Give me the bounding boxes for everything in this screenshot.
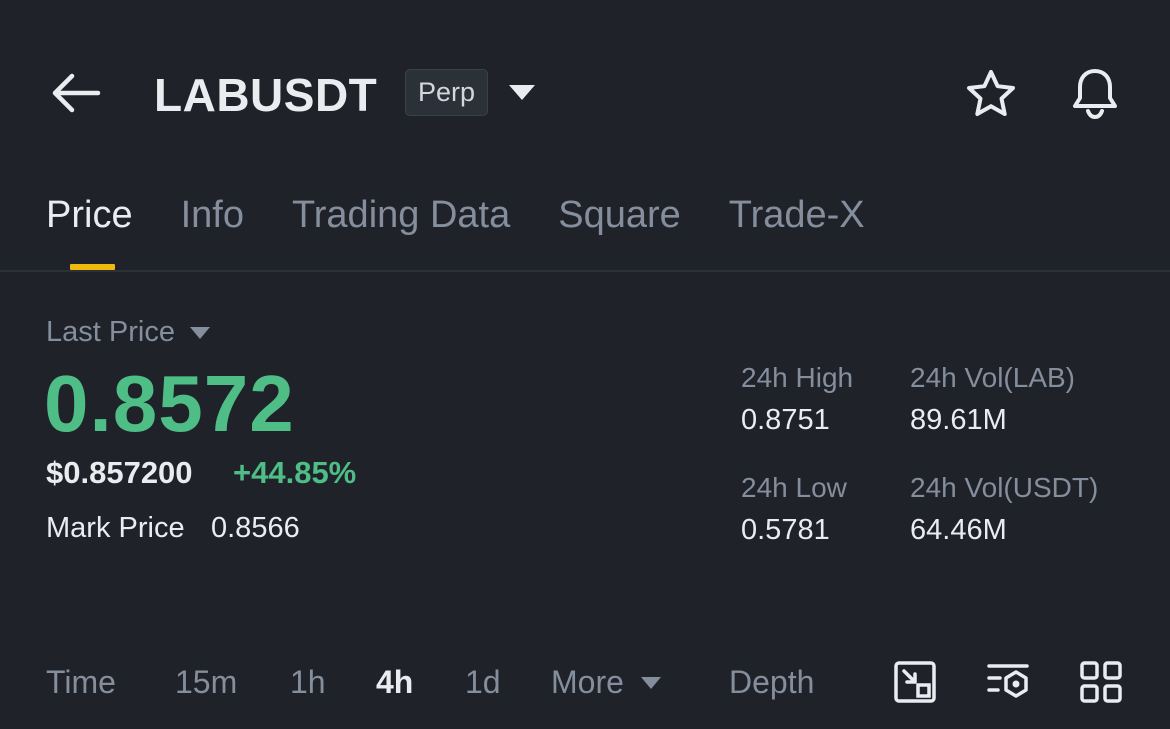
usd-price-value: $0.857200 — [46, 455, 193, 490]
last-price-label: Last Price — [46, 316, 175, 348]
caret-down-icon — [189, 326, 210, 339]
tab-divider — [0, 270, 1170, 272]
tab-price[interactable]: Price — [46, 190, 133, 240]
expand-chart-button[interactable] — [893, 660, 937, 704]
low-24h-label: 24h Low — [741, 472, 847, 503]
tab-square[interactable]: Square — [558, 190, 681, 240]
tab-trade-x[interactable]: Trade-X — [729, 190, 865, 240]
star-icon — [967, 70, 1015, 116]
arrow-left-icon — [52, 73, 101, 113]
indicator-settings-button[interactable] — [986, 660, 1030, 704]
market-page: LABUSDT Perp Price Info Trading Data Squ… — [0, 0, 1170, 729]
high-24h-value: 0.8751 — [741, 404, 830, 436]
expand-chart-icon — [894, 661, 936, 703]
price-alert-button[interactable] — [1066, 64, 1124, 122]
grid-layout-icon — [1080, 661, 1122, 703]
vol-base-value: 89.61M — [910, 404, 1007, 436]
indicator-settings-icon — [987, 664, 1029, 698]
price-change-percent: +44.85% — [233, 455, 357, 490]
timeframe-15m[interactable]: 15m — [175, 664, 237, 701]
symbol-dropdown-button[interactable] — [506, 80, 538, 106]
more-label: More — [551, 664, 624, 700]
back-button[interactable] — [46, 66, 104, 120]
vol-quote-value: 64.46M — [910, 514, 1007, 546]
mark-price-value: 0.8566 — [211, 512, 300, 544]
timeframe-4h[interactable]: 4h — [376, 664, 413, 701]
timeframe-1h[interactable]: 1h — [290, 664, 326, 701]
timeframe-1d[interactable]: 1d — [465, 664, 501, 701]
timeframe-time[interactable]: Time — [46, 664, 116, 701]
tab-trading-data[interactable]: Trading Data — [292, 190, 510, 240]
last-price-dropdown[interactable]: Last Price — [46, 316, 211, 349]
mark-price-label: Mark Price — [46, 512, 185, 544]
low-24h-value: 0.5781 — [741, 514, 830, 546]
depth-tab[interactable]: Depth — [729, 664, 814, 701]
grid-layout-button[interactable] — [1079, 660, 1123, 704]
perp-badge: Perp — [405, 69, 489, 116]
caret-down-icon — [509, 85, 535, 100]
tab-info[interactable]: Info — [181, 190, 244, 240]
tab-bar: Price Info Trading Data Square Trade-X — [46, 190, 913, 240]
vol-base-label: 24h Vol(LAB) — [910, 362, 1075, 393]
vol-quote-label: 24h Vol(USDT) — [910, 472, 1099, 503]
high-24h-label: 24h High — [741, 362, 854, 393]
favorite-button[interactable] — [962, 66, 1020, 122]
bell-icon — [1073, 69, 1117, 120]
symbol-title[interactable]: LABUSDT — [154, 68, 377, 122]
last-price-value: 0.8572 — [44, 359, 295, 448]
timeframe-more-dropdown[interactable]: More — [551, 664, 662, 701]
caret-down-icon — [640, 676, 661, 689]
